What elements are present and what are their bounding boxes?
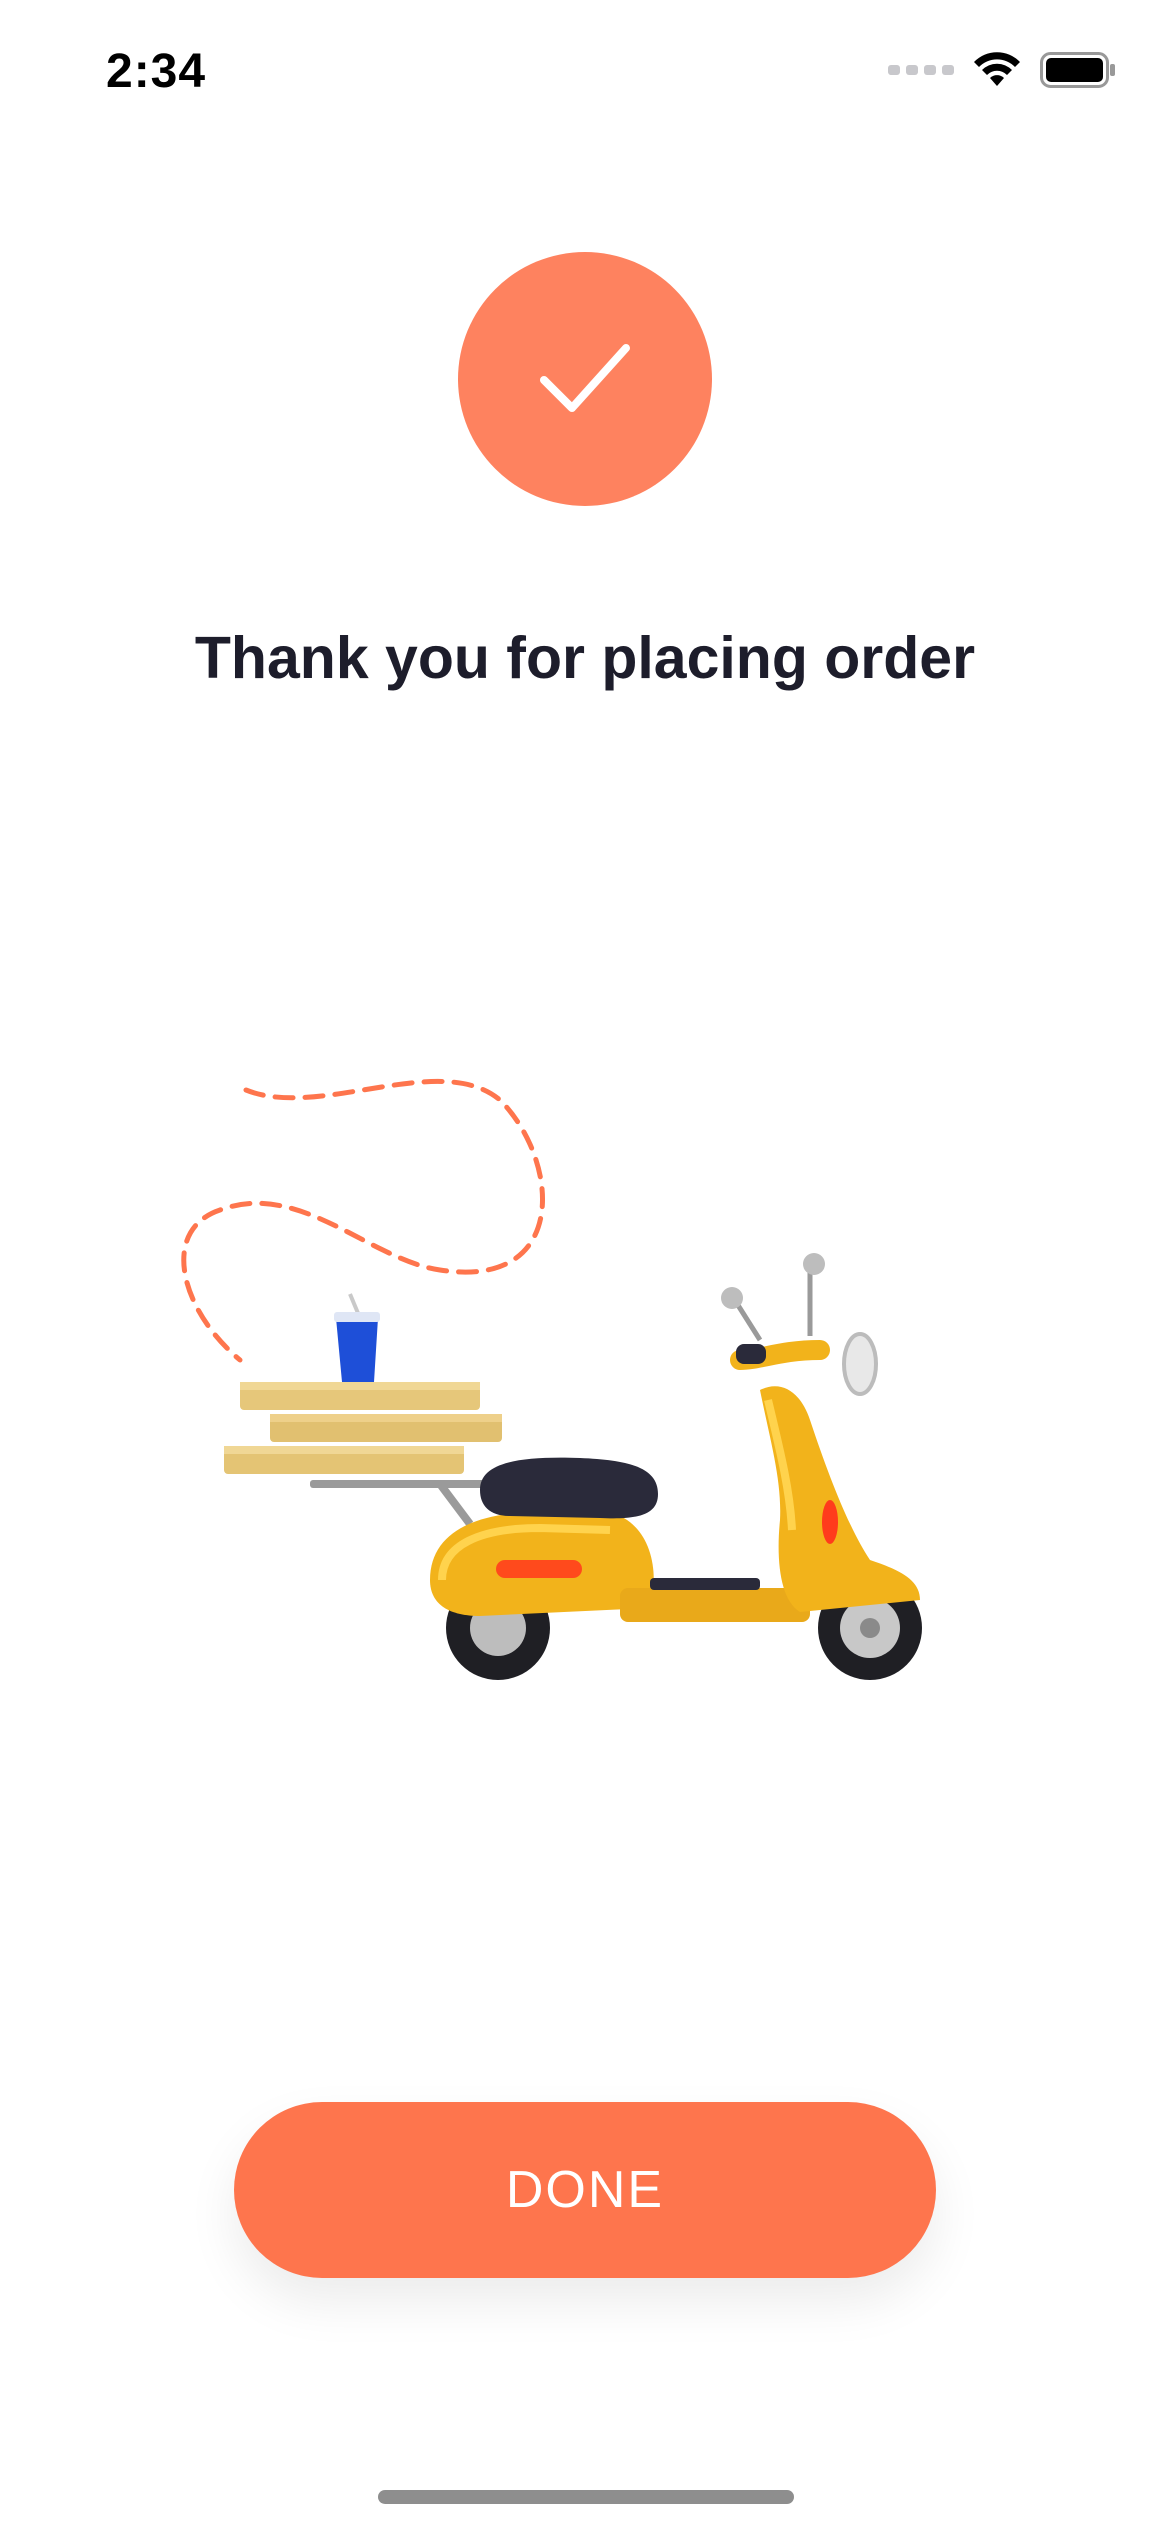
pizza-boxes [224,1382,502,1474]
confirmation-title: Thank you for placing order [194,625,976,691]
status-icons [888,52,1116,88]
home-indicator[interactable] [378,2490,794,2504]
wifi-icon [974,52,1020,86]
done-button[interactable]: DONE [234,2102,936,2278]
checkmark-icon [540,344,630,412]
battery-icon [1040,52,1115,88]
scooter [430,1253,922,1680]
status-time: 2:34 [106,45,207,98]
status-bar: 2:34 [0,0,1170,150]
drink-cup [334,1293,380,1382]
signal-icon [888,65,954,75]
success-badge [458,252,712,506]
delivery-scooter-illustration [181,1078,922,1680]
